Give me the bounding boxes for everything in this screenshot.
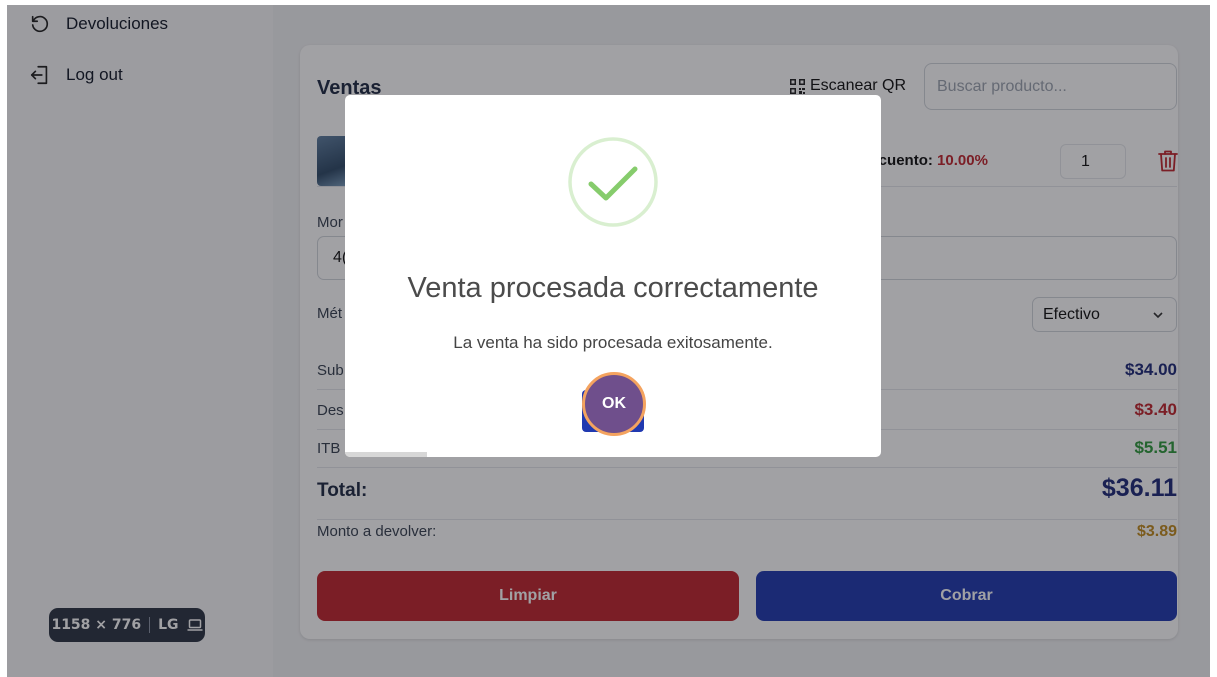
- ok-button-label: OK: [602, 395, 626, 412]
- dialog-timer-fill: [345, 452, 427, 457]
- dialog-timer-progress: [345, 452, 881, 457]
- success-check-icon: [568, 137, 658, 227]
- success-dialog: Venta procesada correctamente La venta h…: [345, 95, 881, 457]
- dialog-message: La venta ha sido procesada exitosamente.: [453, 333, 773, 352]
- dialog-title: Venta procesada correctamente: [407, 272, 819, 304]
- ok-button-click-highlight[interactable]: OK: [582, 372, 646, 436]
